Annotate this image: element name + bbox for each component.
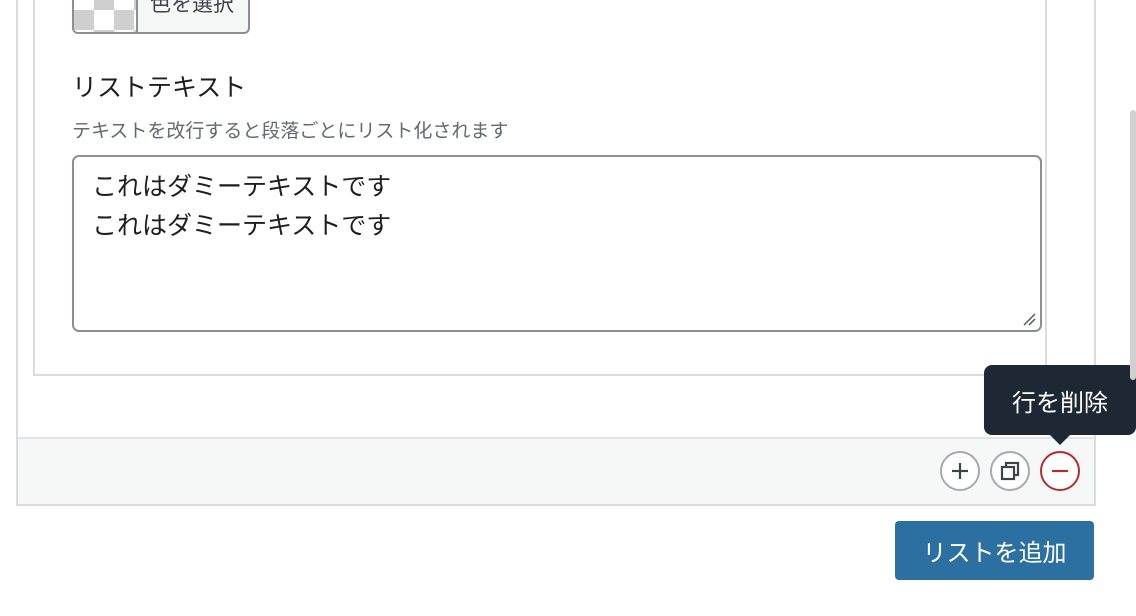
resize-grip-icon[interactable]	[1022, 312, 1036, 326]
list-text-help: テキストを改行すると段落ごとにリスト化されます	[72, 120, 509, 142]
scrollbar-thumb[interactable]	[1130, 110, 1136, 380]
duplicate-icon	[1000, 461, 1020, 481]
row-actions-bar	[18, 437, 1094, 504]
list-text-textarea[interactable]: これはダミーテキストです これはダミーテキストです	[72, 155, 1042, 332]
list-text-label: リストテキスト	[72, 73, 247, 102]
textarea-line: これはダミーテキストです	[92, 172, 392, 201]
color-swatch	[74, 0, 138, 32]
add-row-button[interactable]	[940, 451, 980, 491]
color-select-label: 色を選択	[150, 0, 234, 16]
color-select-button[interactable]: 色を選択	[72, 0, 250, 34]
plus-icon	[952, 463, 968, 479]
add-list-button[interactable]: リストを追加	[895, 521, 1094, 580]
remove-row-tooltip: 行を削除	[984, 365, 1136, 435]
minus-icon	[1052, 469, 1068, 473]
tooltip-arrow	[1049, 434, 1071, 445]
textarea-line: これはダミーテキストです	[92, 211, 392, 240]
remove-row-button[interactable]	[1040, 451, 1080, 491]
duplicate-row-button[interactable]	[990, 451, 1030, 491]
